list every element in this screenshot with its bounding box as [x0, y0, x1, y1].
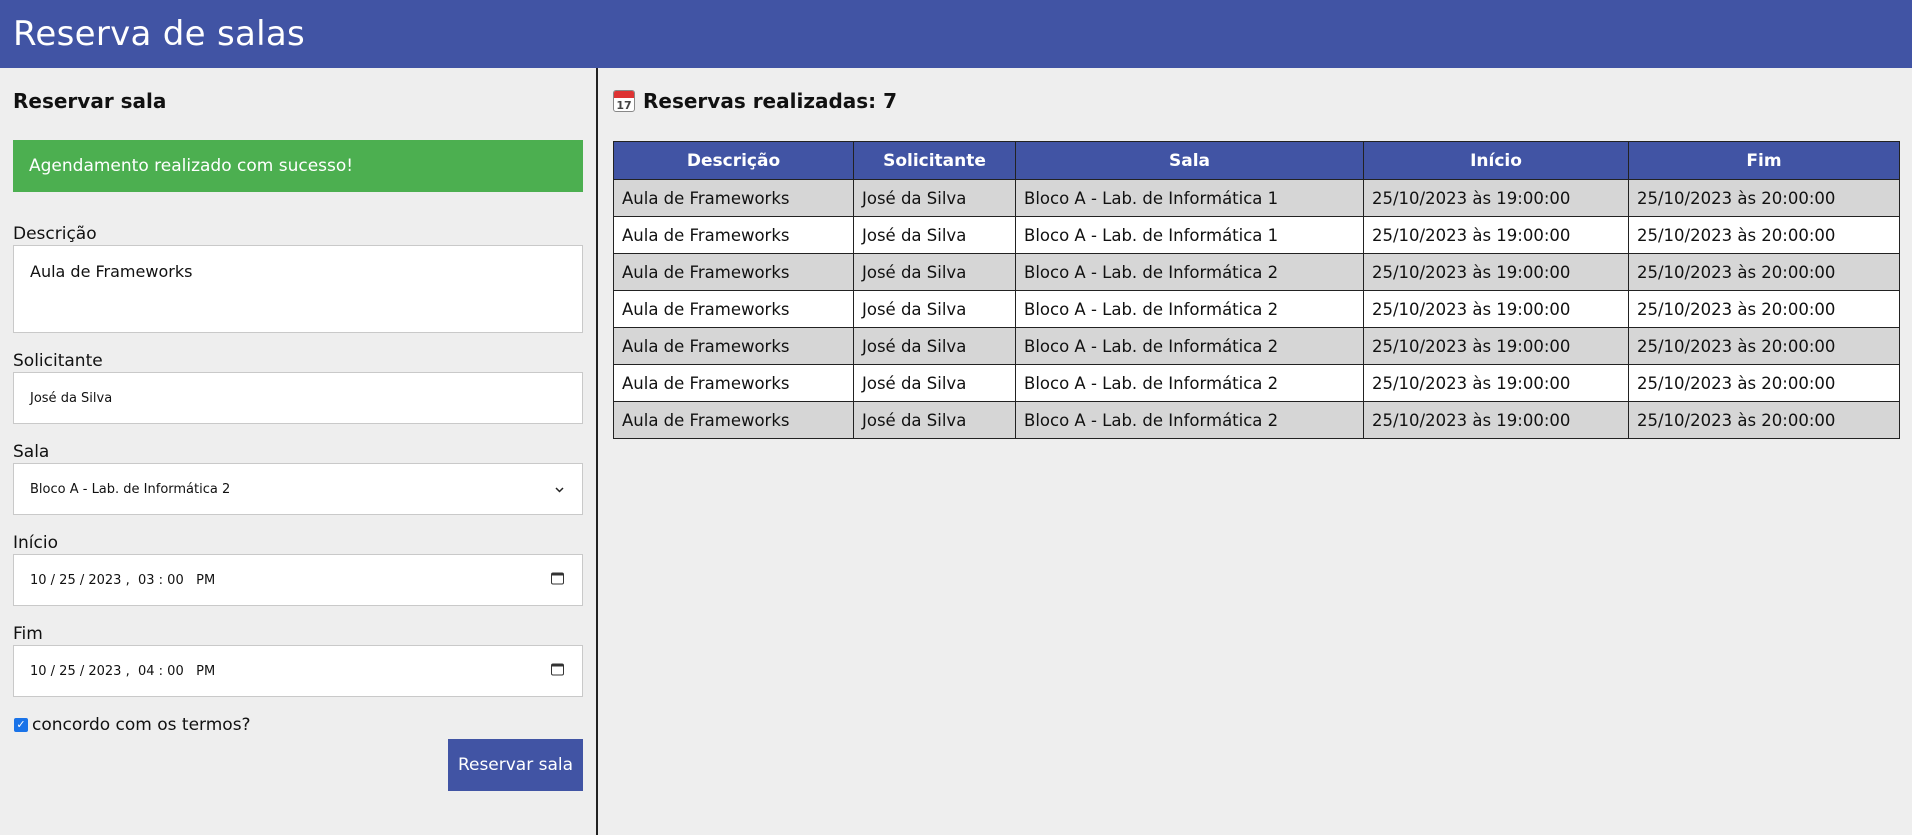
- solicitante-input[interactable]: José da Silva: [13, 372, 583, 424]
- cell-fim: 25/10/2023 às 20:00:00: [1628, 364, 1900, 402]
- calendar-icon: 17: [613, 90, 635, 112]
- cell-descricao: Aula de Frameworks: [613, 327, 854, 365]
- descricao-label: Descrição: [13, 224, 97, 244]
- cell-solicitante: José da Silva: [853, 327, 1016, 365]
- form-title: Reservar sala: [13, 89, 167, 113]
- termos-row: ✓ concordo com os termos?: [13, 715, 583, 735]
- fim-label: Fim: [13, 624, 43, 644]
- cell-solicitante: José da Silva: [853, 216, 1016, 254]
- column-header-descricao: Descrição: [613, 141, 854, 180]
- cell-sala: Bloco A - Lab. de Informática 2: [1015, 401, 1364, 439]
- table-row: Aula de Frameworks José da Silva Bloco A…: [613, 290, 1900, 328]
- cell-solicitante: José da Silva: [853, 364, 1016, 402]
- cell-inicio: 25/10/2023 às 19:00:00: [1363, 327, 1629, 365]
- inicio-datetime-input[interactable]: 10 / 25 / 2023 , 03 : 00 PM: [13, 554, 583, 606]
- fim-value: 10 / 25 / 2023 , 04 : 00 PM: [30, 663, 216, 679]
- main-layout: Reservar sala Agendamento realizado com …: [0, 68, 1912, 835]
- fim-datetime-input[interactable]: 10 / 25 / 2023 , 04 : 00 PM: [13, 645, 583, 697]
- sala-value: Bloco A - Lab. de Informática 2: [30, 481, 231, 497]
- chevron-down-icon: [555, 482, 564, 496]
- cell-descricao: Aula de Frameworks: [613, 290, 854, 328]
- cell-fim: 25/10/2023 às 20:00:00: [1628, 401, 1900, 439]
- cell-sala: Bloco A - Lab. de Informática 1: [1015, 216, 1364, 254]
- descricao-value: Aula de Frameworks: [30, 262, 193, 281]
- termos-label: concordo com os termos?: [32, 715, 251, 735]
- reservations-panel: 17 Reservas realizadas: 7 Descrição Soli…: [598, 68, 1912, 835]
- termos-checkbox[interactable]: ✓: [14, 718, 28, 732]
- cell-fim: 25/10/2023 às 20:00:00: [1628, 179, 1900, 217]
- inicio-label: Início: [13, 533, 58, 553]
- cell-inicio: 25/10/2023 às 19:00:00: [1363, 290, 1629, 328]
- cell-descricao: Aula de Frameworks: [613, 179, 854, 217]
- table-row: Aula de Frameworks José da Silva Bloco A…: [613, 216, 1900, 254]
- cell-inicio: 25/10/2023 às 19:00:00: [1363, 216, 1629, 254]
- sala-select[interactable]: Bloco A - Lab. de Informática 2: [13, 463, 583, 515]
- solicitante-value: José da Silva: [30, 390, 113, 406]
- descricao-textarea[interactable]: Aula de Frameworks: [13, 245, 583, 333]
- app-header: Reserva de salas: [0, 0, 1912, 68]
- cell-sala: Bloco A - Lab. de Informática 2: [1015, 253, 1364, 291]
- cell-fim: 25/10/2023 às 20:00:00: [1628, 253, 1900, 291]
- reservation-form-panel: Reservar sala Agendamento realizado com …: [0, 68, 598, 835]
- cell-fim: 25/10/2023 às 20:00:00: [1628, 327, 1900, 365]
- success-alert: Agendamento realizado com sucesso!: [13, 140, 583, 192]
- inicio-value: 10 / 25 / 2023 , 03 : 00 PM: [30, 572, 216, 588]
- calendar-picker-icon[interactable]: [551, 572, 564, 588]
- cell-solicitante: José da Silva: [853, 290, 1016, 328]
- cell-inicio: 25/10/2023 às 19:00:00: [1363, 179, 1629, 217]
- cell-sala: Bloco A - Lab. de Informática 2: [1015, 327, 1364, 365]
- cell-sala: Bloco A - Lab. de Informática 1: [1015, 179, 1364, 217]
- cell-inicio: 25/10/2023 às 19:00:00: [1363, 253, 1629, 291]
- cell-inicio: 25/10/2023 às 19:00:00: [1363, 401, 1629, 439]
- success-alert-text: Agendamento realizado com sucesso!: [29, 156, 354, 176]
- reservations-table: Descrição Solicitante Sala Início Fim Au…: [613, 141, 1900, 439]
- reservations-title: Reservas realizadas: 7: [643, 89, 898, 113]
- cell-descricao: Aula de Frameworks: [613, 401, 854, 439]
- table-row: Aula de Frameworks José da Silva Bloco A…: [613, 327, 1900, 365]
- table-header-row: Descrição Solicitante Sala Início Fim: [613, 141, 1900, 180]
- column-header-fim: Fim: [1628, 141, 1900, 180]
- cell-sala: Bloco A - Lab. de Informática 2: [1015, 364, 1364, 402]
- calendar-picker-icon[interactable]: [551, 663, 564, 679]
- cell-descricao: Aula de Frameworks: [613, 216, 854, 254]
- table-row: Aula de Frameworks José da Silva Bloco A…: [613, 253, 1900, 291]
- cell-solicitante: José da Silva: [853, 253, 1016, 291]
- cell-sala: Bloco A - Lab. de Informática 2: [1015, 290, 1364, 328]
- table-row: Aula de Frameworks José da Silva Bloco A…: [613, 364, 1900, 402]
- table-row: Aula de Frameworks José da Silva Bloco A…: [613, 401, 1900, 439]
- table-row: Aula de Frameworks José da Silva Bloco A…: [613, 179, 1900, 217]
- cell-solicitante: José da Silva: [853, 179, 1016, 217]
- solicitante-label: Solicitante: [13, 351, 103, 371]
- app-title: Reserva de salas: [13, 14, 306, 54]
- cell-descricao: Aula de Frameworks: [613, 253, 854, 291]
- column-header-solicitante: Solicitante: [853, 141, 1016, 180]
- reservar-sala-button[interactable]: Reservar sala: [448, 739, 583, 791]
- cell-descricao: Aula de Frameworks: [613, 364, 854, 402]
- column-header-sala: Sala: [1015, 141, 1364, 180]
- cell-solicitante: José da Silva: [853, 401, 1016, 439]
- cell-inicio: 25/10/2023 às 19:00:00: [1363, 364, 1629, 402]
- cell-fim: 25/10/2023 às 20:00:00: [1628, 216, 1900, 254]
- column-header-inicio: Início: [1363, 141, 1629, 180]
- reservations-header: 17 Reservas realizadas: 7: [613, 86, 1900, 116]
- cell-fim: 25/10/2023 às 20:00:00: [1628, 290, 1900, 328]
- sala-label: Sala: [13, 442, 50, 462]
